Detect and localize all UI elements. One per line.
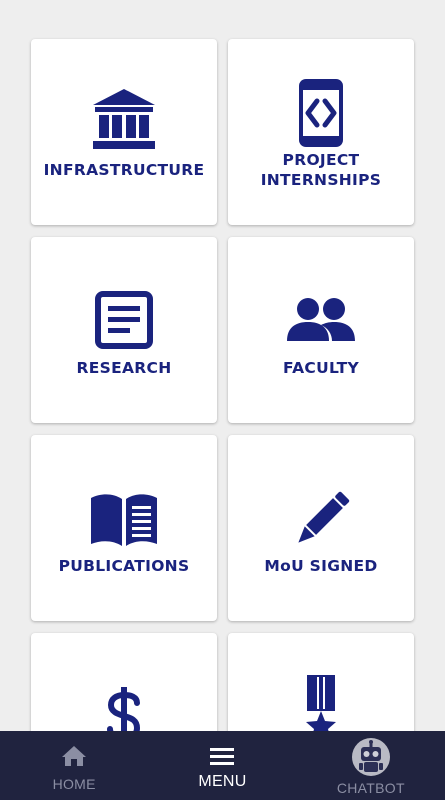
institution-icon <box>93 89 155 149</box>
nav-home[interactable]: HOME <box>0 731 148 800</box>
research-tile[interactable]: RESEARCH <box>31 237 217 423</box>
nav-menu-label: MENU <box>198 773 247 790</box>
publications-tile[interactable]: PUBLICATIONS <box>31 435 217 621</box>
project-internships-label-line1: PROJECT <box>282 151 360 169</box>
menu-grid: INFRASTRUCTURE PROJECT INTERNSHIPS RESEA… <box>0 0 445 731</box>
robot-icon <box>358 740 383 772</box>
mou-signed-label: MoU SIGNED <box>264 557 378 575</box>
nav-chatbot-label: CHATBOT <box>336 780 405 796</box>
code-device-icon <box>299 79 343 147</box>
people-icon <box>287 298 355 341</box>
infrastructure-label: INFRASTRUCTURE <box>43 161 205 179</box>
research-label: RESEARCH <box>76 359 172 377</box>
open-book-icon <box>91 494 157 546</box>
chatbot-avatar <box>351 738 390 776</box>
finance-tile[interactable] <box>31 633 217 731</box>
nav-chatbot[interactable]: CHATBOT <box>297 731 445 800</box>
awards-tile[interactable] <box>228 633 414 731</box>
mou-signed-tile[interactable]: MoU SIGNED <box>228 435 414 621</box>
hamburger-menu-icon <box>210 748 235 765</box>
faculty-label: FACULTY <box>283 359 359 377</box>
publications-label: PUBLICATIONS <box>58 557 190 575</box>
nav-menu[interactable]: MENU <box>148 731 296 800</box>
pencil-icon <box>298 491 350 543</box>
nav-home-label: HOME <box>52 776 96 792</box>
project-internships-label-line2: INTERNSHIPS <box>260 171 382 189</box>
document-icon <box>95 291 153 349</box>
home-icon <box>62 746 87 766</box>
infrastructure-tile[interactable]: INFRASTRUCTURE <box>31 39 217 225</box>
project-internships-tile[interactable]: PROJECT INTERNSHIPS <box>228 39 414 225</box>
medal-icon <box>306 675 336 731</box>
faculty-tile[interactable]: FACULTY <box>228 237 414 423</box>
bottom-navigation: HOME MENU CHATBOT <box>0 731 445 800</box>
dollar-icon <box>107 687 141 731</box>
